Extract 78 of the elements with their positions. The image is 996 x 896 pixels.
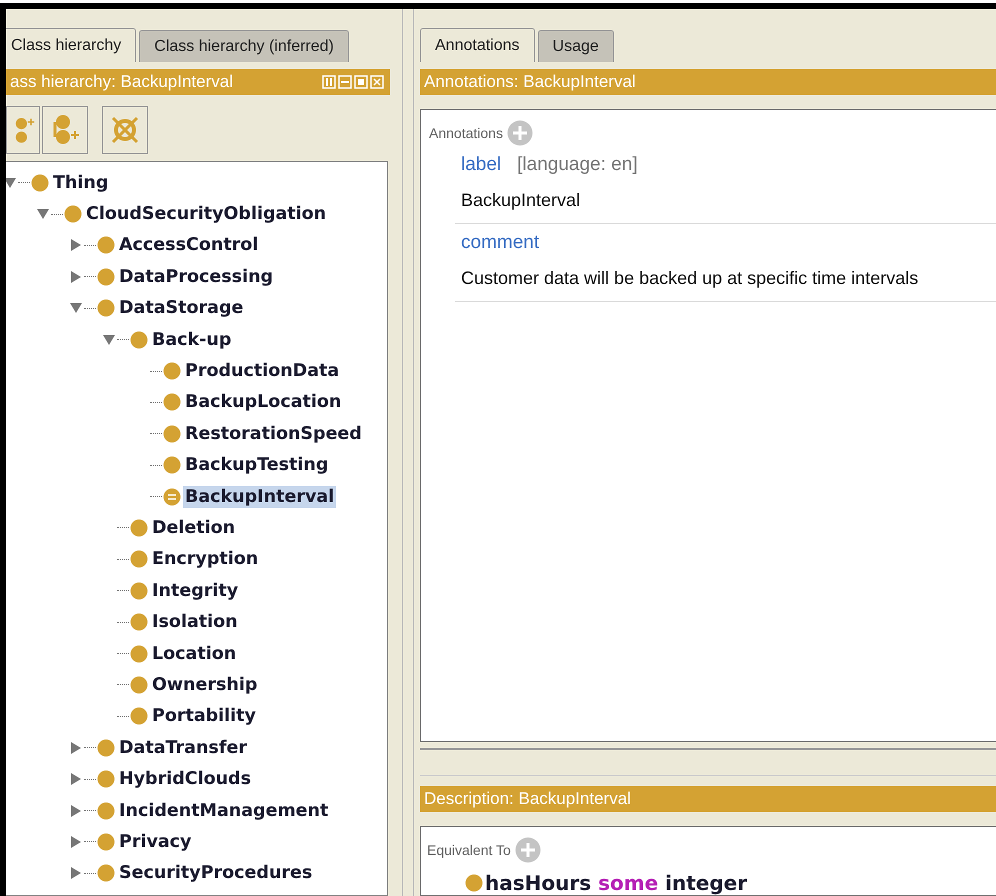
class-icon xyxy=(130,707,148,726)
collapse-toggle-icon[interactable] xyxy=(36,207,50,222)
class-icon xyxy=(163,393,181,412)
view-tab[interactable]: Annotations xyxy=(420,28,535,62)
class-icon xyxy=(97,770,115,788)
class-icon xyxy=(97,299,115,318)
panel-title: ass hierarchy: BackupInterval xyxy=(9,72,233,92)
class-icon xyxy=(64,205,82,224)
class-expression[interactable]: hasHours some integer xyxy=(485,871,748,895)
tree-item[interactable]: HybridClouds xyxy=(117,768,254,790)
tree-item[interactable]: Ownership xyxy=(150,674,260,696)
class-icon xyxy=(130,330,148,349)
annotation-property[interactable]: label xyxy=(461,154,502,176)
tree-item[interactable]: Integrity xyxy=(150,580,240,602)
class-icon xyxy=(130,550,148,568)
class-icon xyxy=(97,864,115,882)
class-icon xyxy=(163,362,181,380)
class-icon xyxy=(97,236,115,254)
class-icon xyxy=(130,518,148,537)
tree-item[interactable]: IncidentManagement xyxy=(117,800,330,822)
delete-class-button[interactable] xyxy=(102,106,148,154)
panel-title: Annotations: BackupInterval xyxy=(423,72,636,92)
tree-item[interactable]: Encryption xyxy=(150,548,260,570)
tree-item[interactable]: BackupLocation xyxy=(183,391,344,414)
class-icon xyxy=(163,456,181,474)
section-title: Equivalent To xyxy=(427,842,511,858)
tree-item[interactable]: Isolation xyxy=(150,611,240,634)
tree-item[interactable]: Portability xyxy=(150,705,258,728)
window-controls-icon[interactable] xyxy=(322,75,384,89)
tree-item[interactable]: BackupTesting xyxy=(183,454,330,476)
view-tab[interactable]: Usage xyxy=(538,30,614,62)
tree-item[interactable]: SecurityProcedures xyxy=(117,862,314,884)
tree-item[interactable]: CloudSecurityObligation xyxy=(84,203,328,226)
collapse-toggle-icon[interactable] xyxy=(6,176,17,190)
class-icon xyxy=(97,802,115,820)
tree-item[interactable]: Location xyxy=(150,642,238,665)
tree-item[interactable]: Thing xyxy=(51,172,110,194)
tree-item[interactable]: ProductionData xyxy=(183,360,342,382)
class-icon xyxy=(163,488,181,506)
add-subclass-button[interactable] xyxy=(6,106,40,154)
collapse-toggle-icon[interactable] xyxy=(102,332,116,347)
class-icon xyxy=(97,268,115,286)
class-icon xyxy=(130,676,148,694)
class-icon xyxy=(465,874,483,892)
expand-toggle-icon[interactable] xyxy=(69,740,83,755)
collapse-toggle-icon[interactable] xyxy=(69,301,83,316)
class-icon xyxy=(130,613,148,632)
tree-item[interactable]: Deletion xyxy=(150,516,238,539)
tree-item[interactable]: BackupInterval xyxy=(183,486,336,508)
tree-item[interactable]: Back-up xyxy=(150,328,234,351)
tree-item[interactable]: DataTransfer xyxy=(117,736,249,759)
expand-toggle-icon[interactable] xyxy=(69,238,83,252)
class-icon xyxy=(97,738,115,757)
annotation-value: BackupInterval xyxy=(461,190,582,211)
annotation-property[interactable]: comment xyxy=(461,232,540,254)
class-icon xyxy=(163,424,181,443)
view-tab[interactable]: Class hierarchy (inferred) xyxy=(139,30,349,62)
tree-item[interactable]: DataProcessing xyxy=(117,266,276,288)
class-icon xyxy=(31,174,49,192)
tree-item[interactable]: DataStorage xyxy=(117,297,246,320)
class-icon xyxy=(97,832,115,851)
tree-item[interactable]: RestorationSpeed xyxy=(183,422,364,445)
class-icon xyxy=(130,582,148,600)
section-title: Annotations xyxy=(429,124,503,141)
expand-toggle-icon[interactable] xyxy=(69,834,83,849)
class-icon xyxy=(130,644,148,663)
annotation-value: Customer data will be backed up at specific time intervals xyxy=(461,268,920,289)
panel-splitter[interactable] xyxy=(420,748,996,776)
language-tag: [language: en] xyxy=(517,154,638,176)
tree-item[interactable]: Privacy xyxy=(117,830,194,853)
panel-title: Description: BackupInterval xyxy=(423,789,631,810)
expand-toggle-icon[interactable] xyxy=(69,866,83,880)
tree-item[interactable]: AccessControl xyxy=(117,234,260,256)
expand-toggle-icon[interactable] xyxy=(69,804,83,818)
add-sibling-button[interactable] xyxy=(42,106,88,154)
view-tab[interactable]: Class hierarchy xyxy=(6,28,136,62)
expand-toggle-icon[interactable] xyxy=(69,772,83,786)
expand-toggle-icon[interactable] xyxy=(69,270,83,284)
